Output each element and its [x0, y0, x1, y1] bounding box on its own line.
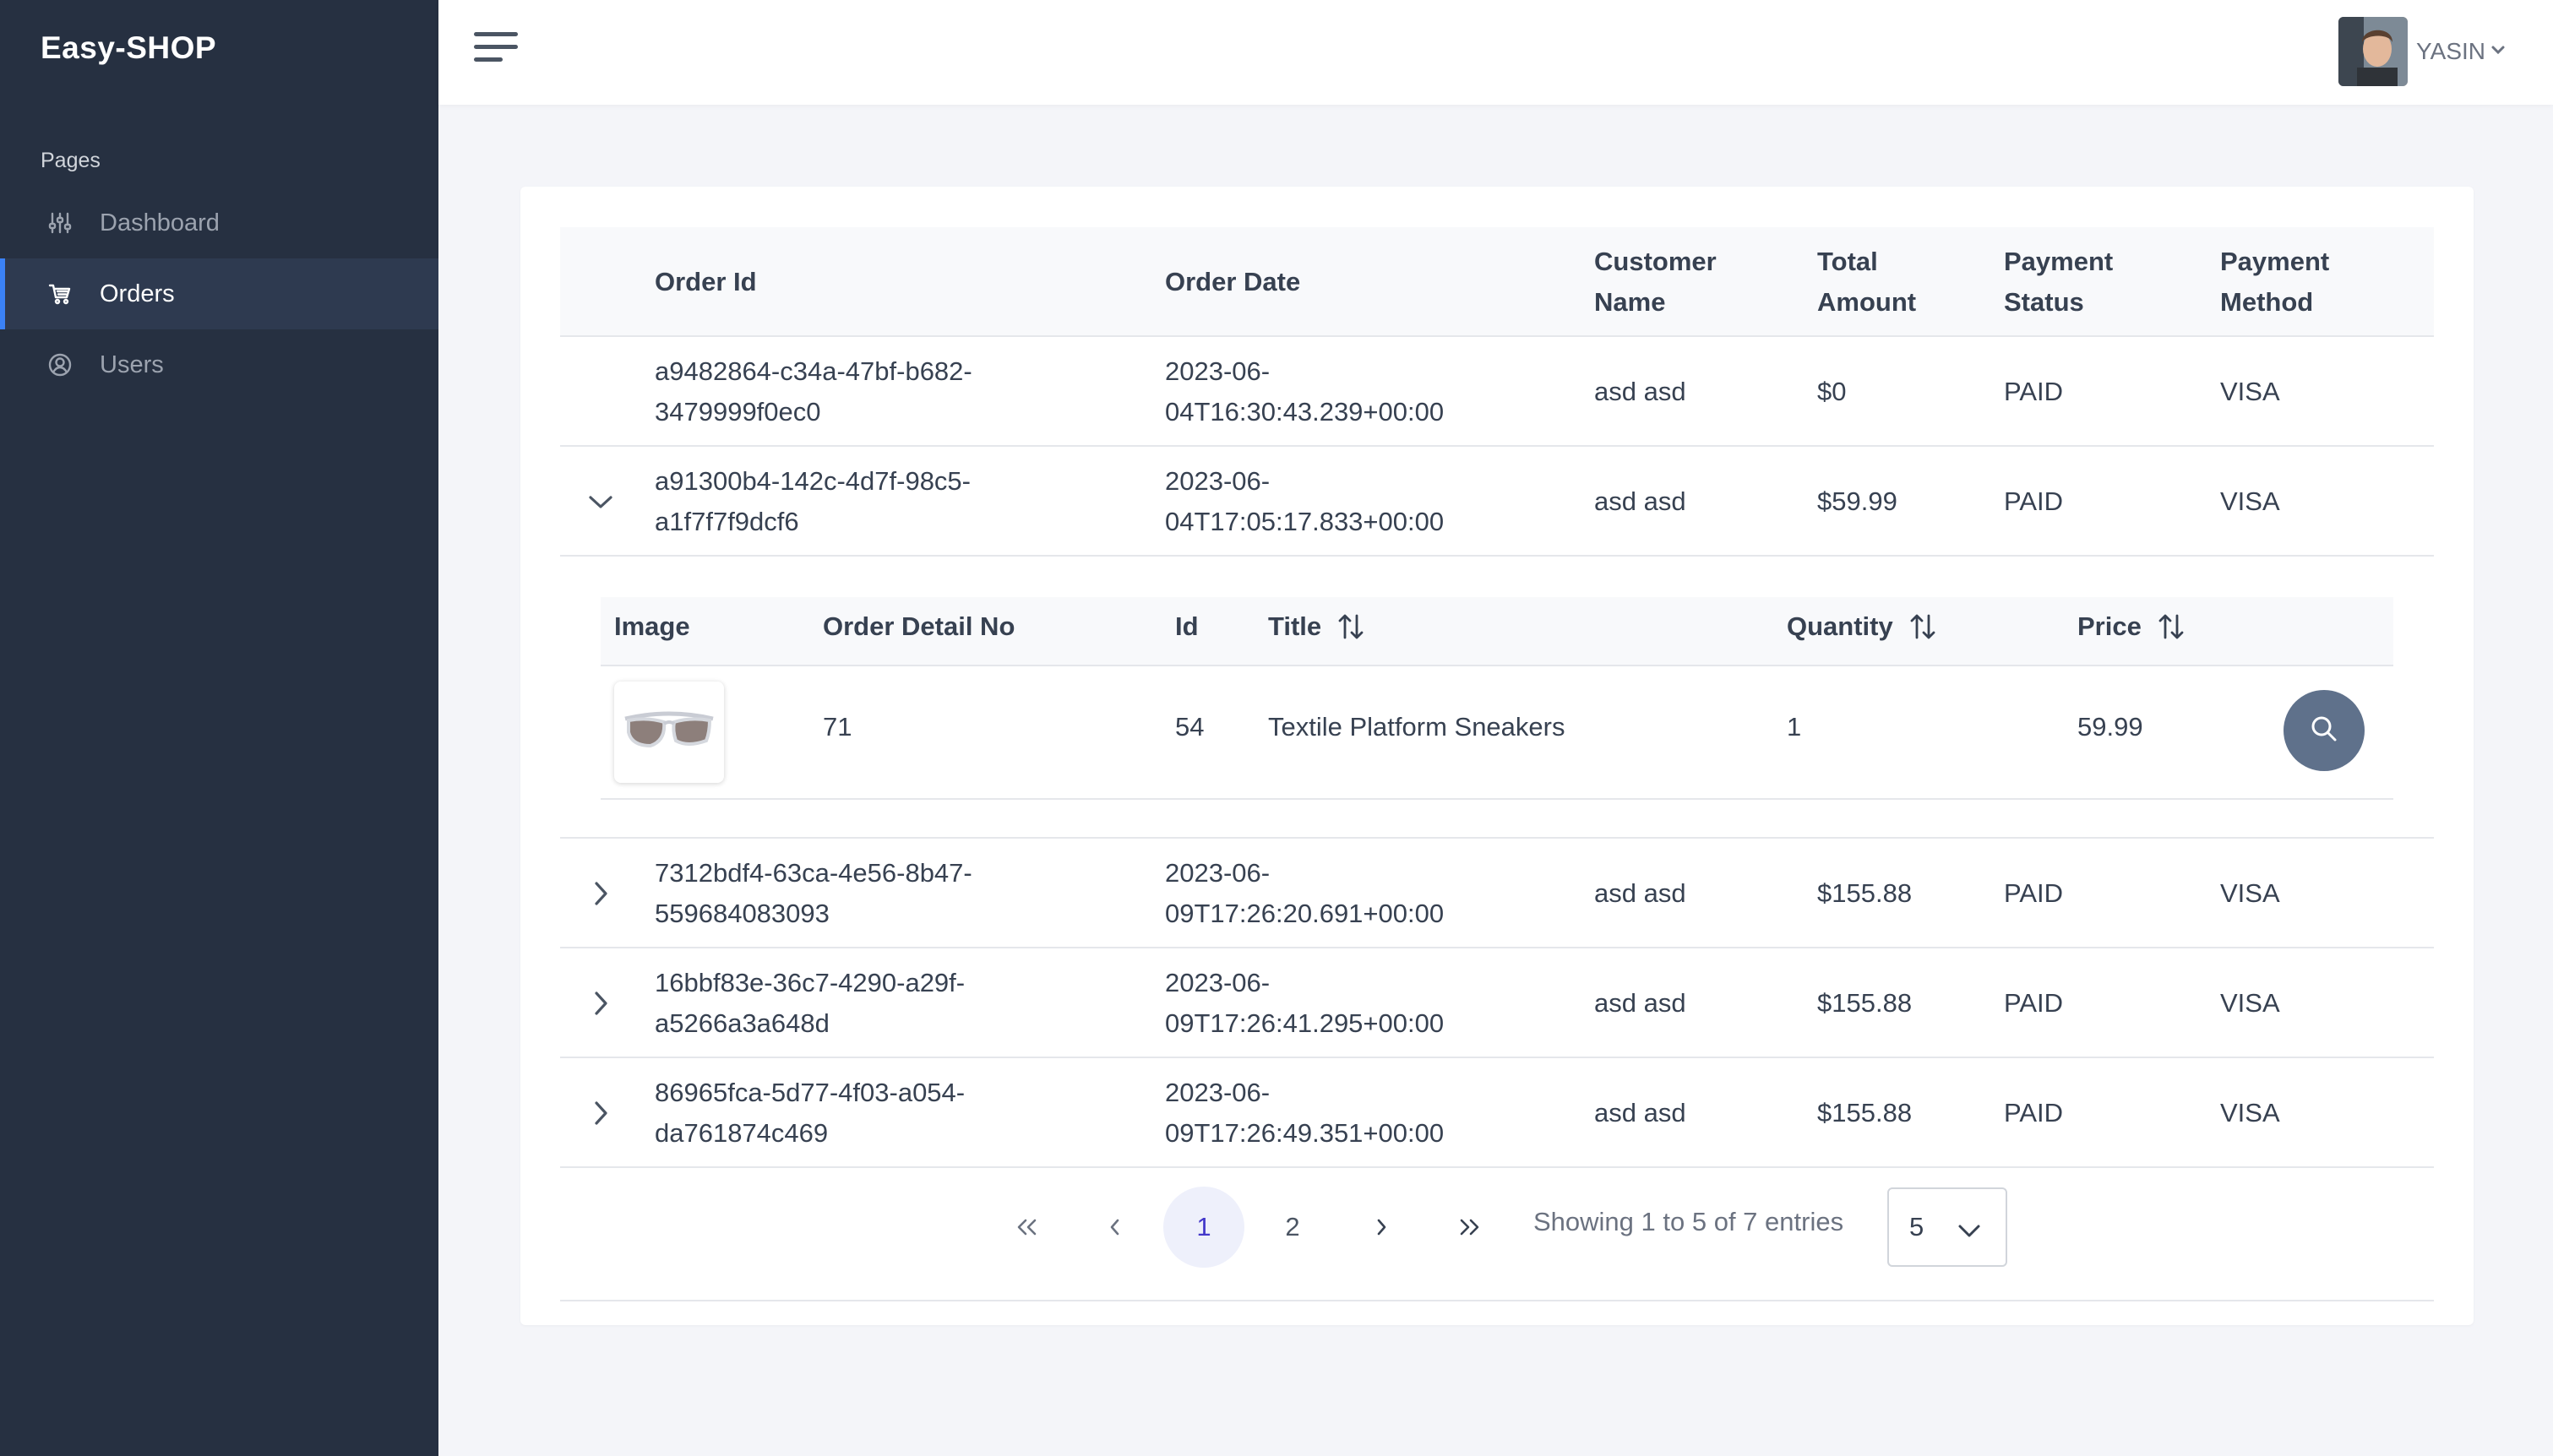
sort-icon[interactable] — [2157, 612, 2186, 641]
pagination: 1 2 Showing 1 to 5 of 7 entries 5 — [560, 1187, 2434, 1301]
sort-icon[interactable] — [1336, 612, 1365, 641]
page-button-2[interactable]: 2 — [1252, 1187, 1333, 1268]
prev-page-icon[interactable] — [1075, 1187, 1156, 1268]
payment-method-cell: VISA — [2220, 377, 2280, 406]
col-order-detail-no: Order Detail No — [823, 611, 1015, 641]
order-id-cell: a91300b4-142c-4d7f-98c5- a1f7f7f9dcf6 — [655, 466, 971, 536]
order-id-cell: a9482864-c34a-47bf-b682- 3479999f0ec0 — [655, 356, 972, 426]
product-title-cell: Textile Platform Sneakers — [1268, 712, 1565, 742]
payment-status-cell: PAID — [2004, 486, 2064, 516]
sidebar-item-users[interactable]: Users — [0, 329, 438, 400]
collapse-row-chevron-down-icon[interactable] — [584, 485, 618, 519]
sidebar-item-label: Dashboard — [100, 209, 220, 236]
user-name: YASIN — [2416, 38, 2485, 64]
page-size-select[interactable]: 5 — [1887, 1187, 2007, 1267]
customer-cell: asd asd — [1594, 377, 1686, 406]
order-date-cell: 2023-06- 04T17:05:17.833+00:00 — [1165, 466, 1445, 536]
orders-table-header: Order Id Order Date Customer Name Total … — [560, 227, 2434, 337]
expand-row-chevron-right-icon[interactable] — [584, 877, 618, 910]
table-row[interactable]: 16bbf83e-36c7-4290-a29f-a5266a3a648d 202… — [560, 948, 2434, 1058]
sort-icon[interactable] — [1908, 612, 1937, 641]
sidebar-item-dashboard[interactable]: Dashboard — [0, 187, 438, 258]
sidebar-item-label: Orders — [100, 280, 175, 307]
details-table-row: 71 54 Textile Platform Sneakers 1 59.99 — [601, 666, 2393, 800]
order-id-cell: 7312bdf4-63ca-4e56-8b47- 559684083093 — [655, 858, 972, 928]
order-id-cell: 16bbf83e-36c7-4290-a29f-a5266a3a648d — [655, 968, 966, 1038]
payment-method-cell: VISA — [2220, 486, 2280, 516]
col-order-id[interactable]: Order Id — [655, 262, 757, 302]
product-id-cell: 54 — [1175, 712, 1205, 742]
payment-status-cell: PAID — [2004, 878, 2064, 908]
col-price[interactable]: Price — [2077, 611, 2186, 642]
sidebar: Easy-SHOP Pages Dashboard Orders Users — [0, 0, 438, 1456]
table-row-expanded[interactable]: a91300b4-142c-4d7f-98c5- a1f7f7f9dcf6 202… — [560, 447, 2434, 557]
sidebar-section-label: Pages — [41, 149, 101, 172]
topbar: YASIN — [438, 0, 2553, 105]
payment-status-cell: PAID — [2004, 377, 2064, 406]
customer-cell: asd asd — [1594, 486, 1686, 516]
order-details-panel: Image Order Detail No Id Title Quantity … — [560, 557, 2434, 839]
user-menu[interactable]: YASIN — [2338, 17, 2506, 86]
customer-cell: asd asd — [1594, 878, 1686, 908]
avatar — [2338, 17, 2409, 86]
col-image: Image — [614, 611, 690, 641]
payment-method-cell: VISA — [2220, 988, 2280, 1018]
brand-logo[interactable]: Easy-SHOP — [41, 30, 216, 66]
quantity-cell: 1 — [1787, 712, 1802, 742]
chevron-down-icon — [1957, 1216, 1982, 1247]
product-thumbnail-sunglasses-image — [614, 682, 724, 783]
total-cell: $155.88 — [1817, 878, 1913, 908]
menu-toggle-icon[interactable] — [474, 32, 518, 69]
last-page-icon[interactable] — [1429, 1187, 1511, 1268]
total-cell: $59.99 — [1817, 486, 1897, 516]
payment-method-cell: VISA — [2220, 878, 2280, 908]
page-size-value: 5 — [1909, 1212, 1924, 1241]
customer-cell: asd asd — [1594, 1098, 1686, 1127]
order-date-cell: 2023-06- 09T17:26:20.691+00:00 — [1165, 858, 1445, 928]
orders-card: Order Id Order Date Customer Name Total … — [520, 187, 2474, 1325]
col-order-date[interactable]: Order Date — [1165, 262, 1300, 302]
col-payment-method[interactable]: Payment Method — [2220, 242, 2329, 323]
expand-row-chevron-right-icon[interactable] — [584, 1096, 618, 1130]
details-table-header: Image Order Detail No Id Title Quantity … — [601, 597, 2393, 666]
first-page-icon[interactable] — [986, 1187, 1067, 1268]
price-cell: 59.99 — [2077, 712, 2143, 742]
search-icon — [2309, 714, 2339, 748]
order-id-cell: 86965fca-5d77-4f03-a054- da761874c469 — [655, 1078, 966, 1148]
sliders-icon — [47, 210, 73, 236]
total-cell: $0 — [1817, 377, 1847, 406]
order-date-cell: 2023-06- 09T17:26:41.295+00:00 — [1165, 968, 1445, 1038]
payment-status-cell: PAID — [2004, 988, 2064, 1018]
table-row[interactable]: a9482864-c34a-47bf-b682- 3479999f0ec0 202… — [560, 337, 2434, 447]
cart-icon — [47, 281, 73, 307]
col-quantity[interactable]: Quantity — [1787, 611, 1937, 642]
col-payment-status[interactable]: Payment Status — [2004, 242, 2113, 323]
total-cell: $155.88 — [1817, 1098, 1913, 1127]
table-row[interactable]: 7312bdf4-63ca-4e56-8b47- 559684083093 202… — [560, 839, 2434, 948]
detail-no-cell: 71 — [823, 712, 852, 742]
chevron-down-icon — [2490, 44, 2506, 59]
col-title[interactable]: Title — [1268, 611, 1365, 642]
col-id: Id — [1175, 611, 1199, 641]
customer-cell: asd asd — [1594, 988, 1686, 1018]
next-page-icon[interactable] — [1341, 1187, 1422, 1268]
expand-row-chevron-right-icon[interactable] — [584, 986, 618, 1020]
order-date-cell: 2023-06- 04T16:30:43.239+00:00 — [1165, 356, 1445, 426]
col-total-amount[interactable]: Total Amount — [1817, 242, 1916, 323]
order-date-cell: 2023-06- 09T17:26:49.351+00:00 — [1165, 1078, 1445, 1148]
user-circle-icon — [47, 352, 73, 378]
page-button-1[interactable]: 1 — [1163, 1187, 1244, 1268]
table-row[interactable]: 86965fca-5d77-4f03-a054- da761874c469 202… — [560, 1058, 2434, 1168]
pagination-info: Showing 1 to 5 of 7 entries — [1533, 1207, 1844, 1236]
sidebar-item-label: Users — [100, 350, 164, 378]
total-cell: $155.88 — [1817, 988, 1913, 1018]
payment-method-cell: VISA — [2220, 1098, 2280, 1127]
col-customer-name[interactable]: Customer Name — [1594, 242, 1717, 323]
sidebar-item-orders[interactable]: Orders — [0, 258, 438, 329]
view-product-button[interactable] — [2284, 690, 2365, 771]
payment-status-cell: PAID — [2004, 1098, 2064, 1127]
